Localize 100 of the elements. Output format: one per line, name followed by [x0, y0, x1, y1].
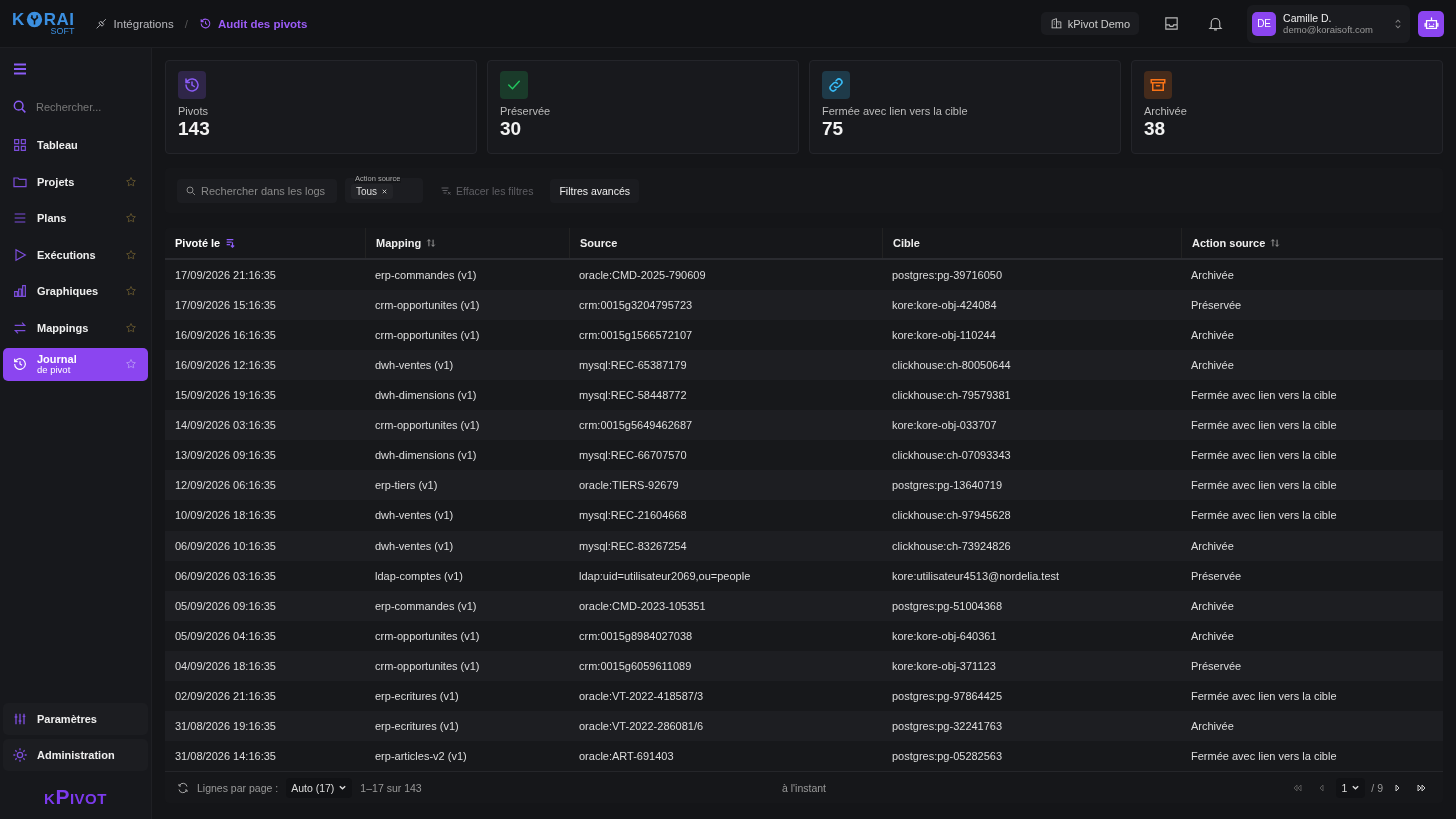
- table-cell-text: Archivée: [1190, 538, 1235, 554]
- table-cell-text: Fermée avec lien vers la cible: [1190, 478, 1338, 494]
- table-cell-text: erp-tiers (v1): [374, 478, 439, 494]
- table-cell-text: crm:0015g6059611089: [578, 658, 693, 674]
- star-icon[interactable]: [125, 248, 137, 261]
- nav-item[interactable]: Plans: [3, 202, 148, 235]
- table-row[interactable]: 17/09/2026 15:16:35 crm-opportunites (v1) crm:0015g3204795723 kore:kore-obj-424084 Préservée: [165, 289, 1443, 320]
- inbox-icon: [1162, 15, 1180, 32]
- table-cell-text: postgres:pg-97864425: [891, 688, 1004, 704]
- nav-item[interactable]: Tableau: [3, 129, 148, 162]
- table-cell-text: 05/09/2026 04:16:35: [174, 628, 277, 644]
- table-cell-text: mysql:REC-58448772: [578, 388, 688, 404]
- user-avatar: DE: [1252, 11, 1277, 36]
- nav-item[interactable]: Mappings: [3, 311, 148, 344]
- rows-per-page-select[interactable]: Auto (17): [286, 777, 353, 798]
- table-cell-text: Archivée: [1190, 598, 1235, 614]
- table-cell-text: Préservée: [1190, 297, 1243, 313]
- logo-text: K: [12, 11, 25, 28]
- log-search-field[interactable]: Rechercher dans les logs: [177, 178, 337, 203]
- table-cell-text: 04/09/2026 18:16:35: [174, 658, 277, 674]
- nav-item[interactable]: Exécutions: [3, 238, 148, 271]
- table-cell-text: 05/09/2026 09:16:35: [174, 598, 277, 614]
- table-cell-text: dwh-ventes (v1): [374, 358, 455, 374]
- nav-item[interactable]: Projets: [3, 165, 148, 198]
- search-icon: [12, 98, 28, 115]
- table-row[interactable]: 16/09/2026 12:16:35 dwh-ventes (v1) mysql:REC-65387179 clickhouse:ch-80050644 Archivée: [165, 350, 1443, 381]
- star-icon[interactable]: [125, 358, 137, 371]
- breadcrumb-separator: /: [184, 17, 188, 30]
- table-cell-text: erp-ecritures (v1): [374, 719, 460, 734]
- column-header[interactable]: Pivoté le: [165, 228, 365, 258]
- table-cell-text: oracle:VT-2022-286081/6: [578, 719, 705, 734]
- archive-icon: [1149, 76, 1167, 94]
- table-cell-text: clickhouse:ch-73924826: [891, 538, 1012, 554]
- table-cell-text: postgres:pg-32241763: [891, 719, 1004, 734]
- table-cell-text: 14/09/2026 03:16:35: [174, 418, 277, 434]
- breadcrumb-link[interactable]: Intégrations: [94, 17, 174, 30]
- nav-item[interactable]: Paramètres: [3, 703, 148, 735]
- nav-item[interactable]: Administration: [3, 739, 148, 771]
- history-icon: [198, 17, 212, 30]
- table-cell-text: erp-commandes (v1): [374, 267, 478, 283]
- column-header[interactable]: Mapping: [365, 228, 569, 258]
- advanced-filters-button[interactable]: Filtres avancés: [550, 178, 640, 203]
- table-row[interactable]: 31/08/2026 19:16:35 erp-ecritures (v1) oracle:VT-2022-286081/6 postgres:pg-32241763 Archivée: [165, 710, 1443, 742]
- table-cell-text: Fermée avec lien vers la cible: [1190, 448, 1338, 464]
- table-cell-text: 16/09/2026 16:16:35: [174, 328, 277, 343]
- stat-label: Préservée: [500, 105, 551, 117]
- stat-value: 143: [178, 118, 210, 140]
- table-cell-text: postgres:pg-13640719: [891, 478, 1004, 494]
- table-cell-text: 06/09/2026 10:16:35: [174, 538, 277, 554]
- table-cell-text: erp-ecritures (v1): [374, 688, 460, 704]
- range-text: 1–17 sur 143: [360, 781, 422, 794]
- table-row[interactable]: 06/09/2026 10:16:35 dwh-ventes (v1) mysql:REC-83267254 clickhouse:ch-73924826 Archivée: [165, 530, 1443, 561]
- table-cell-text: postgres:pg-05282563: [891, 749, 1004, 765]
- robot-icon: [1422, 15, 1440, 32]
- chevron-down-icon: [338, 783, 348, 793]
- user-name: Camille D.: [1283, 12, 1332, 24]
- breadcrumb-link[interactable]: Audit des pivots: [198, 17, 308, 30]
- stat-label: Archivée: [1144, 105, 1187, 117]
- star-icon[interactable]: [125, 212, 137, 225]
- table-cell-text: 06/09/2026 03:16:35: [174, 568, 277, 584]
- table-row[interactable]: 05/09/2026 09:16:35 erp-commandes (v1) oracle:CMD-2023-105351 postgres:pg-51004368 Archivée: [165, 590, 1443, 621]
- table-cell-text: oracle:VT-2022-418587/3: [578, 688, 705, 704]
- workspace-button[interactable]: kPivot Demo: [1040, 12, 1140, 35]
- chevron-down-icon: [1351, 783, 1361, 793]
- table-cell-text: 17/09/2026 15:16:35: [174, 297, 277, 313]
- assistant-button[interactable]: [1418, 10, 1444, 37]
- close-icon[interactable]: [381, 188, 389, 195]
- building-icon: [1049, 17, 1063, 30]
- table-cell-text: Archivée: [1190, 719, 1235, 734]
- stat-label: Pivots: [178, 105, 208, 117]
- sidebar-search-field[interactable]: Rechercher...: [36, 100, 136, 113]
- nav-icon: [12, 283, 28, 300]
- table-cell-text: crm:0015g5649462687: [578, 418, 694, 434]
- table-cell-text: kore:kore-obj-371123: [891, 658, 997, 674]
- table-row[interactable]: 12/09/2026 06:16:35 erp-tiers (v1) oracle:TIERS-92679 postgres:pg-13640719 Fermée avec lien vers la cible: [165, 470, 1443, 501]
- table-cell-text: kore:kore-obj-110244: [891, 328, 997, 343]
- table-cell-text: mysql:REC-66707570: [578, 448, 688, 464]
- table-row[interactable]: 04/09/2026 18:16:35 crm-opportunites (v1) crm:0015g6059611089 kore:kore-obj-371123 Préservée: [165, 650, 1443, 681]
- table-cell-text: crm-opportunites (v1): [374, 297, 481, 313]
- nav-item[interactable]: Graphiques: [3, 275, 148, 308]
- table-cell-text: postgres:pg-39716050: [891, 267, 1004, 283]
- table-cell-text: Archivée: [1190, 328, 1235, 343]
- user-menu[interactable]: DE Camille D. demo@koraisoft.com: [1247, 4, 1410, 43]
- table-row[interactable]: 14/09/2026 03:16:35 crm-opportunites (v1) crm:0015g5649462687 kore:kore-obj-033707 Fermée avec lien vers la cible: [165, 410, 1443, 441]
- table-cell-text: crm:0015g8984027038: [578, 628, 694, 644]
- star-icon[interactable]: [125, 175, 137, 188]
- table-cell-text: oracle:ART-691403: [578, 749, 675, 765]
- table-cell-text: crm-opportunites (v1): [374, 418, 481, 434]
- filter-chip[interactable]: Tous: [351, 184, 394, 199]
- column-header[interactable]: Action source: [1181, 228, 1443, 258]
- page-select[interactable]: 1: [1336, 777, 1366, 798]
- table-cell-text: clickhouse:ch-79579381: [891, 388, 1012, 404]
- table-cell-text: 13/09/2026 09:16:35: [174, 448, 277, 464]
- table-cell-text: Fermée avec lien vers la cible: [1190, 749, 1338, 765]
- star-icon[interactable]: [125, 321, 137, 334]
- star-icon[interactable]: [125, 285, 137, 298]
- refresh-icon[interactable]: [177, 781, 189, 794]
- nav-item[interactable]: Journal de pivot: [3, 348, 148, 381]
- table-cell-text: oracle:TIERS-92679: [578, 478, 680, 494]
- logo-text: RAI: [43, 11, 75, 28]
